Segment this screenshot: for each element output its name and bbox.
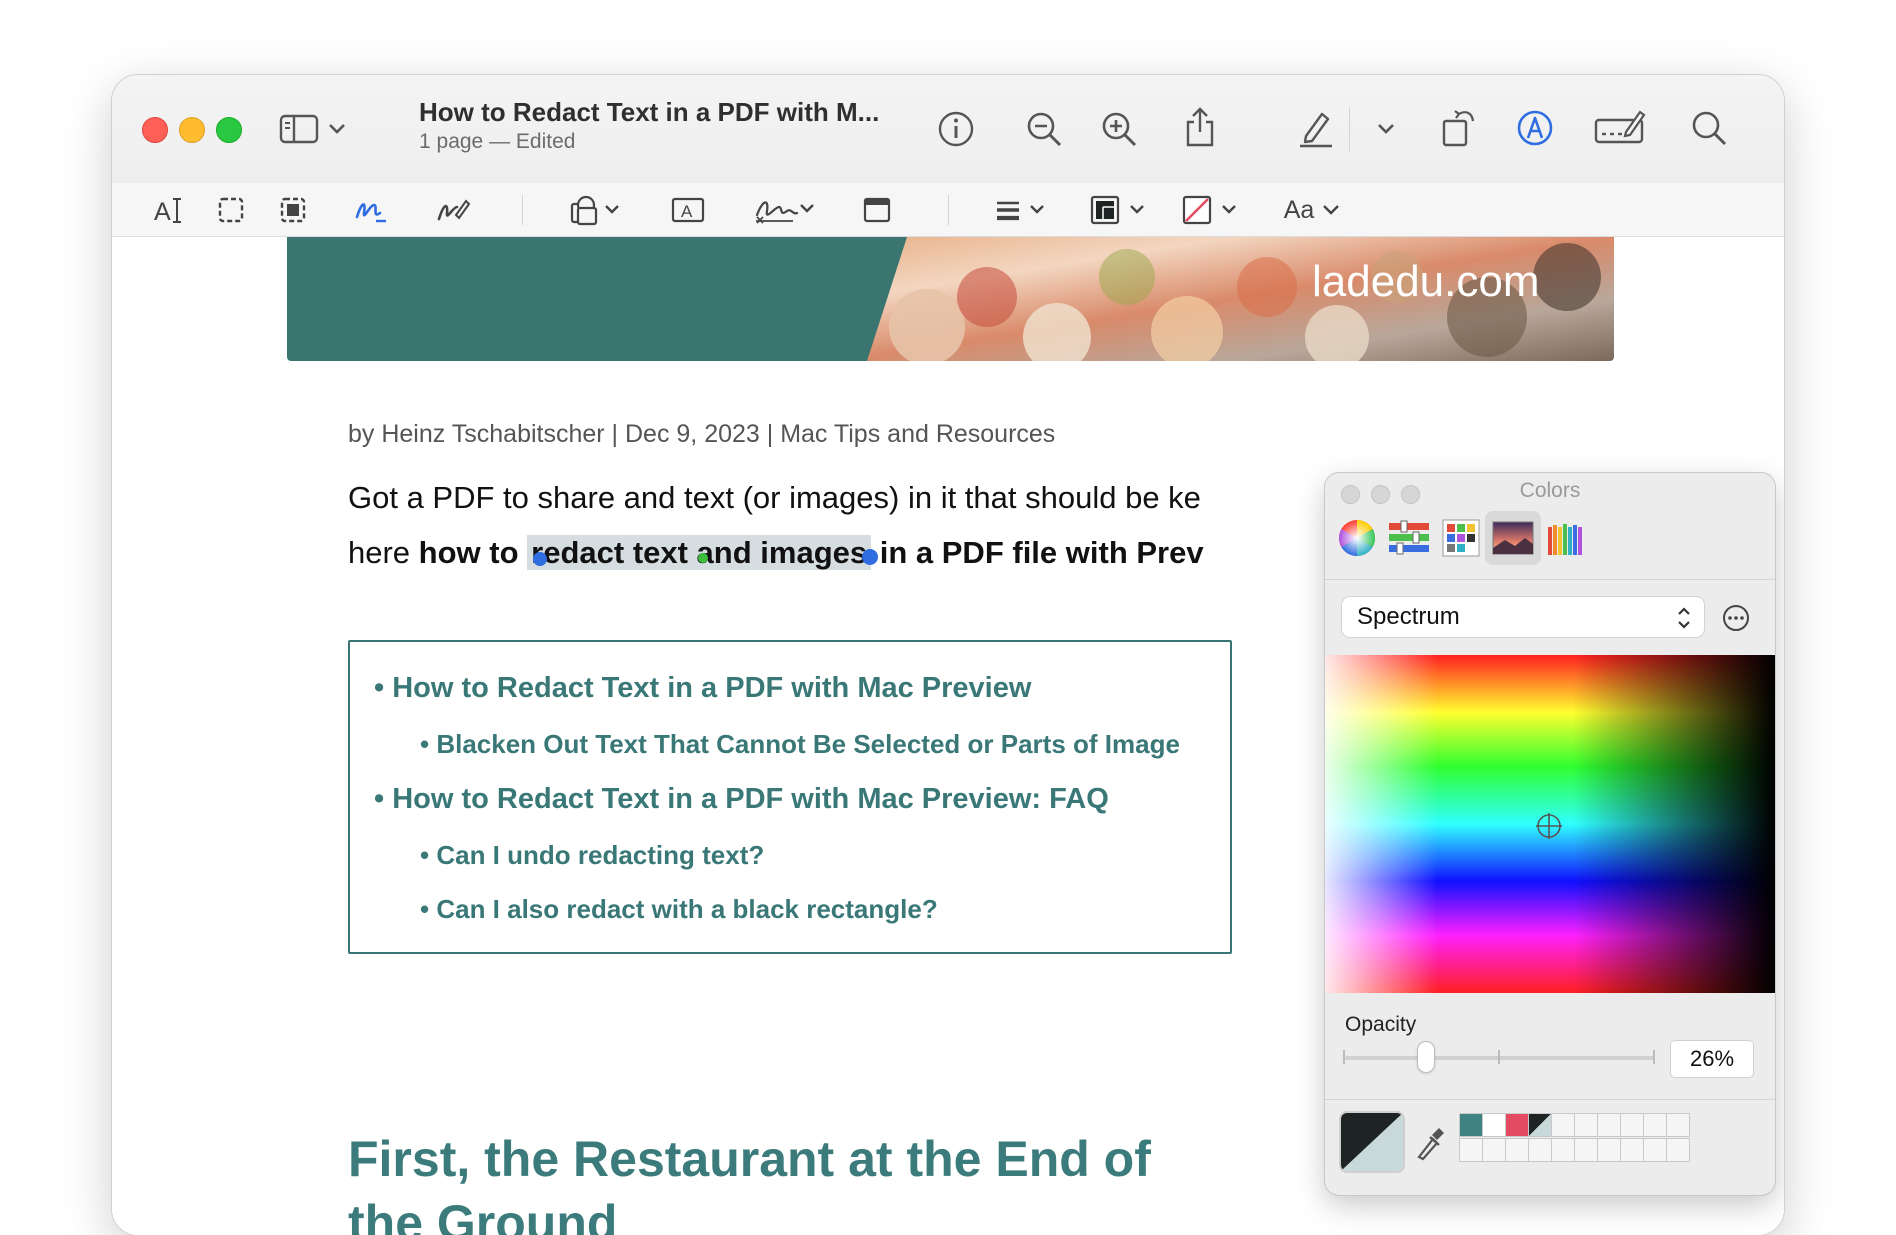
- preview-window: How to Redact Text in a PDF with M... 1 …: [112, 75, 1784, 1235]
- palette-selector[interactable]: Spectrum: [1342, 597, 1704, 637]
- title-bar: How to Redact Text in a PDF with M... 1 …: [112, 75, 1784, 183]
- rectangular-selection-icon[interactable]: [214, 193, 248, 227]
- zoom-out-icon[interactable]: [1022, 107, 1066, 151]
- color-swatch[interactable]: [1620, 1113, 1644, 1137]
- minimize-window-button[interactable]: [179, 117, 205, 143]
- color-swatch[interactable]: [1620, 1138, 1644, 1162]
- color-wheel-icon[interactable]: [1329, 511, 1385, 565]
- highlight-pen-icon[interactable]: [1294, 105, 1338, 151]
- color-swatch[interactable]: [1505, 1113, 1529, 1137]
- color-swatch[interactable]: [1459, 1138, 1483, 1162]
- selected-text[interactable]: redact text and images: [527, 535, 872, 570]
- search-icon[interactable]: [1687, 105, 1731, 151]
- opacity-slider[interactable]: [1343, 1042, 1655, 1072]
- image-palettes-icon[interactable]: [1485, 511, 1541, 565]
- color-swatch[interactable]: [1574, 1113, 1598, 1137]
- color-swatch[interactable]: [1666, 1138, 1690, 1162]
- color-palettes-icon[interactable]: [1433, 511, 1489, 565]
- intro-line-2: here how to redact text and images in a …: [348, 535, 1204, 571]
- color-swatch[interactable]: [1597, 1113, 1621, 1137]
- opacity-label: Opacity: [1345, 1013, 1417, 1036]
- more-options-icon[interactable]: [1719, 601, 1753, 635]
- rotate-icon[interactable]: [1437, 103, 1481, 151]
- text-selection-icon[interactable]: A: [150, 193, 188, 227]
- color-swatch[interactable]: [1597, 1138, 1621, 1162]
- color-swatch[interactable]: [1574, 1138, 1598, 1162]
- text-style-label: Aa: [1283, 195, 1315, 224]
- color-swatch[interactable]: [1551, 1138, 1575, 1162]
- eyedropper-icon[interactable]: [1413, 1123, 1447, 1163]
- table-of-contents: • How to Redact Text in a PDF with Mac P…: [348, 640, 1232, 954]
- panel-title: Colors: [1519, 479, 1581, 502]
- color-swatch[interactable]: [1551, 1113, 1575, 1137]
- section-heading-line-1: First, the Restaurant at the End of: [348, 1131, 1151, 1187]
- article-byline: by Heinz Tschabitscher | Dec 9, 2023 | M…: [348, 420, 1056, 448]
- shapes-icon[interactable]: [567, 192, 623, 228]
- color-swatch[interactable]: [1643, 1113, 1667, 1137]
- toc-item[interactable]: • How to Redact Text in a PDF with Mac P…: [374, 783, 1109, 816]
- spectrum-picker[interactable]: [1325, 655, 1775, 993]
- document-title[interactable]: How to Redact Text in a PDF with M...: [419, 97, 879, 128]
- selection-cursor: [698, 553, 708, 563]
- intro-prefix: here: [348, 535, 419, 570]
- share-icon[interactable]: [1178, 103, 1222, 151]
- note-icon[interactable]: [860, 193, 894, 227]
- intro-suffix: in a PDF file with Prev: [871, 535, 1204, 570]
- opacity-slider-thumb[interactable]: [1417, 1042, 1434, 1072]
- intro-line-1: Got a PDF to share and text (or images) …: [348, 480, 1201, 515]
- close-window-button[interactable]: [142, 117, 168, 143]
- info-icon[interactable]: [934, 107, 978, 151]
- text-style-icon[interactable]: Aa: [1278, 192, 1348, 228]
- color-swatch[interactable]: [1505, 1138, 1529, 1162]
- document-status: 1 page — Edited: [419, 130, 576, 153]
- selection-start-handle[interactable]: [533, 552, 547, 566]
- color-sliders-icon[interactable]: [1381, 511, 1437, 565]
- form-filling-icon[interactable]: [1592, 105, 1648, 151]
- toc-item[interactable]: • Blacken Out Text That Cannot Be Select…: [420, 729, 1180, 760]
- opacity-value-field[interactable]: 26%: [1671, 1041, 1753, 1077]
- svg-text:A: A: [154, 198, 171, 225]
- zoom-in-icon[interactable]: [1097, 107, 1141, 151]
- color-swatch[interactable]: [1459, 1113, 1483, 1137]
- current-color-well[interactable]: [1339, 1111, 1405, 1173]
- palette-selector-value: Spectrum: [1357, 603, 1460, 630]
- color-swatch[interactable]: [1482, 1138, 1506, 1162]
- text-box-icon[interactable]: A: [669, 193, 707, 227]
- header-banner: ladedu.com: [287, 237, 1614, 361]
- colors-panel: Colors Spectrum Opacity 26%: [1325, 473, 1775, 1195]
- color-swatch[interactable]: [1528, 1113, 1552, 1137]
- section-heading-line-2: the Ground: [348, 1195, 618, 1235]
- toc-item[interactable]: • Can I also redact with a black rectang…: [420, 894, 938, 925]
- color-swatch[interactable]: [1482, 1113, 1506, 1137]
- banner-site-name: ladedu.com: [1312, 257, 1540, 306]
- chevron-down-icon[interactable]: [325, 119, 349, 139]
- toc-item[interactable]: • How to Redact Text in a PDF with Mac P…: [374, 672, 1031, 705]
- color-swatch[interactable]: [1643, 1138, 1667, 1162]
- draw-icon[interactable]: [434, 193, 472, 227]
- markup-icon[interactable]: [1512, 105, 1558, 151]
- markup-toolbar: A A Aa: [112, 183, 1784, 237]
- redact-icon[interactable]: [276, 193, 310, 227]
- zoom-window-button[interactable]: [216, 117, 242, 143]
- intro-bold: how to: [418, 535, 528, 570]
- color-swatch[interactable]: [1666, 1113, 1690, 1137]
- svg-text:A: A: [681, 202, 693, 221]
- chevron-down-icon[interactable]: [1374, 119, 1398, 139]
- toc-item[interactable]: • Can I undo redacting text?: [420, 840, 764, 871]
- pencils-icon[interactable]: [1537, 511, 1593, 565]
- color-swatch[interactable]: [1528, 1138, 1552, 1162]
- sketch-icon[interactable]: [352, 193, 390, 227]
- border-color-icon[interactable]: [1088, 191, 1148, 229]
- fill-color-icon[interactable]: [1180, 191, 1240, 229]
- shape-style-icon[interactable]: [992, 193, 1048, 227]
- selection-end-handle[interactable]: [862, 549, 878, 565]
- up-down-chevron-icon: [1678, 607, 1690, 629]
- sidebar-icon[interactable]: [277, 109, 321, 149]
- sign-icon[interactable]: [752, 191, 818, 229]
